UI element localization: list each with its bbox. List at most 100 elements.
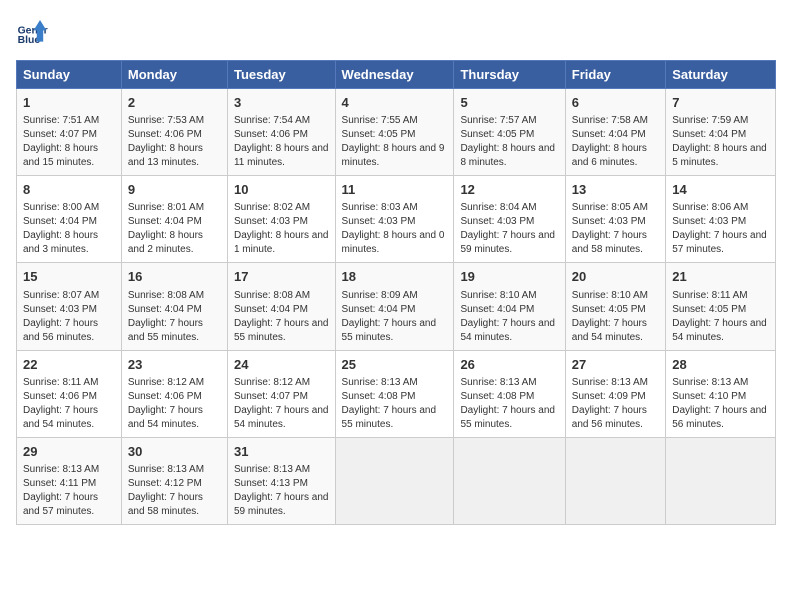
calendar-cell: 16 Sunrise: 8:08 AM Sunset: 4:04 PM Dayl… (121, 263, 227, 350)
day-number: 1 (23, 94, 115, 112)
cell-info: Sunrise: 8:00 AM Sunset: 4:04 PM Dayligh… (23, 201, 115, 257)
day-number: 26 (460, 356, 558, 374)
day-header-wednesday: Wednesday (335, 61, 454, 89)
day-number: 30 (128, 443, 221, 461)
calendar-cell (565, 437, 665, 524)
day-number: 27 (572, 356, 659, 374)
day-number: 2 (128, 94, 221, 112)
cell-info: Sunrise: 8:08 AM Sunset: 4:04 PM Dayligh… (234, 289, 329, 345)
calendar-cell: 5 Sunrise: 7:57 AM Sunset: 4:05 PM Dayli… (454, 89, 565, 176)
calendar-cell: 20 Sunrise: 8:10 AM Sunset: 4:05 PM Dayl… (565, 263, 665, 350)
day-header-thursday: Thursday (454, 61, 565, 89)
calendar-cell: 30 Sunrise: 8:13 AM Sunset: 4:12 PM Dayl… (121, 437, 227, 524)
day-number: 18 (342, 268, 448, 286)
cell-info: Sunrise: 7:59 AM Sunset: 4:04 PM Dayligh… (672, 114, 769, 170)
cell-info: Sunrise: 8:13 AM Sunset: 4:12 PM Dayligh… (128, 463, 221, 519)
calendar-cell: 31 Sunrise: 8:13 AM Sunset: 4:13 PM Dayl… (227, 437, 335, 524)
day-number: 22 (23, 356, 115, 374)
day-number: 31 (234, 443, 329, 461)
day-number: 7 (672, 94, 769, 112)
day-number: 13 (572, 181, 659, 199)
calendar-cell: 4 Sunrise: 7:55 AM Sunset: 4:05 PM Dayli… (335, 89, 454, 176)
calendar-cell: 14 Sunrise: 8:06 AM Sunset: 4:03 PM Dayl… (666, 176, 776, 263)
day-number: 29 (23, 443, 115, 461)
calendar-cell: 26 Sunrise: 8:13 AM Sunset: 4:08 PM Dayl… (454, 350, 565, 437)
calendar-cell: 2 Sunrise: 7:53 AM Sunset: 4:06 PM Dayli… (121, 89, 227, 176)
day-number: 14 (672, 181, 769, 199)
cell-info: Sunrise: 7:57 AM Sunset: 4:05 PM Dayligh… (460, 114, 558, 170)
calendar-cell: 27 Sunrise: 8:13 AM Sunset: 4:09 PM Dayl… (565, 350, 665, 437)
calendar-cell: 13 Sunrise: 8:05 AM Sunset: 4:03 PM Dayl… (565, 176, 665, 263)
day-number: 6 (572, 94, 659, 112)
calendar-cell: 12 Sunrise: 8:04 AM Sunset: 4:03 PM Dayl… (454, 176, 565, 263)
calendar-week-1: 1 Sunrise: 7:51 AM Sunset: 4:07 PM Dayli… (17, 89, 776, 176)
calendar-cell: 29 Sunrise: 8:13 AM Sunset: 4:11 PM Dayl… (17, 437, 122, 524)
calendar-week-4: 22 Sunrise: 8:11 AM Sunset: 4:06 PM Dayl… (17, 350, 776, 437)
day-number: 5 (460, 94, 558, 112)
cell-info: Sunrise: 8:11 AM Sunset: 4:05 PM Dayligh… (672, 289, 769, 345)
calendar-cell: 7 Sunrise: 7:59 AM Sunset: 4:04 PM Dayli… (666, 89, 776, 176)
day-number: 15 (23, 268, 115, 286)
day-number: 17 (234, 268, 329, 286)
cell-info: Sunrise: 8:09 AM Sunset: 4:04 PM Dayligh… (342, 289, 448, 345)
cell-info: Sunrise: 8:03 AM Sunset: 4:03 PM Dayligh… (342, 201, 448, 257)
day-number: 9 (128, 181, 221, 199)
calendar-cell: 11 Sunrise: 8:03 AM Sunset: 4:03 PM Dayl… (335, 176, 454, 263)
calendar-cell: 3 Sunrise: 7:54 AM Sunset: 4:06 PM Dayli… (227, 89, 335, 176)
calendar-cell: 23 Sunrise: 8:12 AM Sunset: 4:06 PM Dayl… (121, 350, 227, 437)
calendar-cell: 21 Sunrise: 8:11 AM Sunset: 4:05 PM Dayl… (666, 263, 776, 350)
day-header-sunday: Sunday (17, 61, 122, 89)
calendar-cell (454, 437, 565, 524)
calendar-cell: 25 Sunrise: 8:13 AM Sunset: 4:08 PM Dayl… (335, 350, 454, 437)
cell-info: Sunrise: 7:58 AM Sunset: 4:04 PM Dayligh… (572, 114, 659, 170)
cell-info: Sunrise: 8:13 AM Sunset: 4:10 PM Dayligh… (672, 376, 769, 432)
cell-info: Sunrise: 7:53 AM Sunset: 4:06 PM Dayligh… (128, 114, 221, 170)
calendar-cell (335, 437, 454, 524)
day-header-friday: Friday (565, 61, 665, 89)
day-header-saturday: Saturday (666, 61, 776, 89)
cell-info: Sunrise: 8:12 AM Sunset: 4:06 PM Dayligh… (128, 376, 221, 432)
calendar-cell: 1 Sunrise: 7:51 AM Sunset: 4:07 PM Dayli… (17, 89, 122, 176)
cell-info: Sunrise: 8:12 AM Sunset: 4:07 PM Dayligh… (234, 376, 329, 432)
calendar-cell: 19 Sunrise: 8:10 AM Sunset: 4:04 PM Dayl… (454, 263, 565, 350)
day-number: 24 (234, 356, 329, 374)
day-number: 3 (234, 94, 329, 112)
day-header-monday: Monday (121, 61, 227, 89)
logo: General Blue (16, 16, 48, 48)
calendar-cell: 28 Sunrise: 8:13 AM Sunset: 4:10 PM Dayl… (666, 350, 776, 437)
calendar-cell: 24 Sunrise: 8:12 AM Sunset: 4:07 PM Dayl… (227, 350, 335, 437)
cell-info: Sunrise: 8:13 AM Sunset: 4:08 PM Dayligh… (342, 376, 448, 432)
day-number: 10 (234, 181, 329, 199)
day-number: 8 (23, 181, 115, 199)
day-number: 19 (460, 268, 558, 286)
day-number: 21 (672, 268, 769, 286)
calendar-cell: 10 Sunrise: 8:02 AM Sunset: 4:03 PM Dayl… (227, 176, 335, 263)
day-number: 4 (342, 94, 448, 112)
calendar-cell: 15 Sunrise: 8:07 AM Sunset: 4:03 PM Dayl… (17, 263, 122, 350)
calendar-cell: 22 Sunrise: 8:11 AM Sunset: 4:06 PM Dayl… (17, 350, 122, 437)
page-header: General Blue (16, 16, 776, 48)
calendar-week-5: 29 Sunrise: 8:13 AM Sunset: 4:11 PM Dayl… (17, 437, 776, 524)
cell-info: Sunrise: 8:07 AM Sunset: 4:03 PM Dayligh… (23, 289, 115, 345)
calendar-cell (666, 437, 776, 524)
calendar-cell: 9 Sunrise: 8:01 AM Sunset: 4:04 PM Dayli… (121, 176, 227, 263)
cell-info: Sunrise: 8:13 AM Sunset: 4:11 PM Dayligh… (23, 463, 115, 519)
cell-info: Sunrise: 8:13 AM Sunset: 4:13 PM Dayligh… (234, 463, 329, 519)
calendar-cell: 6 Sunrise: 7:58 AM Sunset: 4:04 PM Dayli… (565, 89, 665, 176)
header-row: SundayMondayTuesdayWednesdayThursdayFrid… (17, 61, 776, 89)
cell-info: Sunrise: 7:51 AM Sunset: 4:07 PM Dayligh… (23, 114, 115, 170)
day-number: 25 (342, 356, 448, 374)
cell-info: Sunrise: 7:54 AM Sunset: 4:06 PM Dayligh… (234, 114, 329, 170)
cell-info: Sunrise: 8:02 AM Sunset: 4:03 PM Dayligh… (234, 201, 329, 257)
calendar-cell: 18 Sunrise: 8:09 AM Sunset: 4:04 PM Dayl… (335, 263, 454, 350)
day-number: 11 (342, 181, 448, 199)
cell-info: Sunrise: 8:13 AM Sunset: 4:08 PM Dayligh… (460, 376, 558, 432)
day-number: 23 (128, 356, 221, 374)
cell-info: Sunrise: 8:04 AM Sunset: 4:03 PM Dayligh… (460, 201, 558, 257)
day-number: 28 (672, 356, 769, 374)
cell-info: Sunrise: 8:10 AM Sunset: 4:05 PM Dayligh… (572, 289, 659, 345)
day-number: 12 (460, 181, 558, 199)
day-header-tuesday: Tuesday (227, 61, 335, 89)
cell-info: Sunrise: 8:06 AM Sunset: 4:03 PM Dayligh… (672, 201, 769, 257)
calendar-table: SundayMondayTuesdayWednesdayThursdayFrid… (16, 60, 776, 525)
